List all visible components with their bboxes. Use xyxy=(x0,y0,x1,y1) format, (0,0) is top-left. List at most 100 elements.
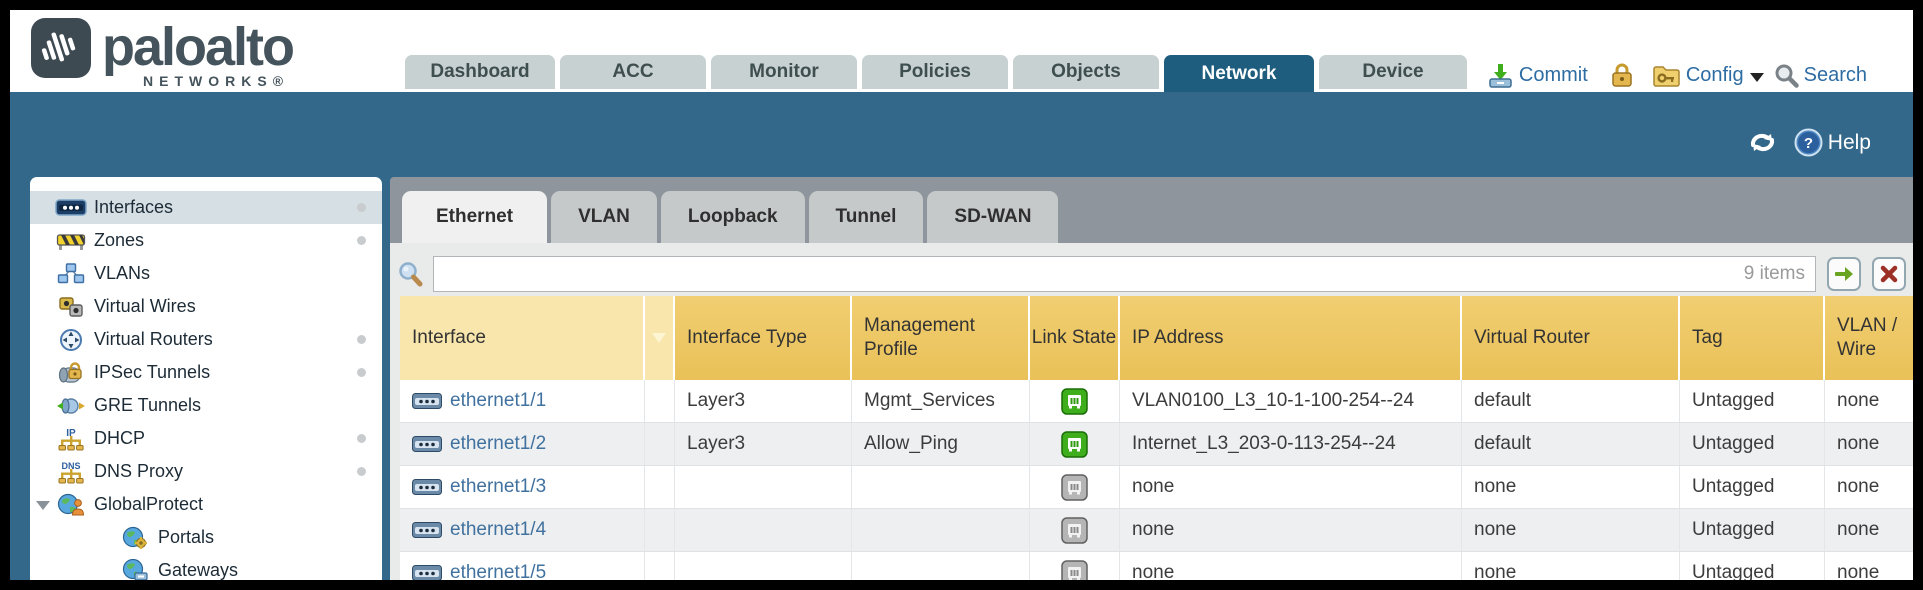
col-virtual-router[interactable]: Virtual Router xyxy=(1462,296,1680,380)
ip-cell: none xyxy=(1120,509,1462,551)
sidebar-item-dns-proxy[interactable]: DNS DNS Proxy xyxy=(30,455,382,488)
col-interface[interactable]: Interface xyxy=(400,296,645,380)
sidebar-item-dhcp[interactable]: IP DHCP xyxy=(30,422,382,455)
item-dot xyxy=(357,335,366,344)
mgmt-profile-cell xyxy=(852,509,1030,551)
lock-icon[interactable] xyxy=(1610,62,1634,89)
paloalto-logo: paloalto NETWORKS® xyxy=(30,17,293,89)
tab-tunnel[interactable]: Tunnel xyxy=(809,191,924,243)
tab-device[interactable]: Device xyxy=(1319,55,1467,89)
brand-subtitle: NETWORKS® xyxy=(143,73,289,89)
expand-arrow-icon[interactable] xyxy=(36,501,50,510)
tab-sdwan[interactable]: SD-WAN xyxy=(927,191,1058,243)
items-count: 9 items xyxy=(1744,263,1805,285)
ip-cell: VLAN0100_L3_10-1-100-254--24 xyxy=(1120,380,1462,422)
interface-cell: ethernet1/4 xyxy=(400,509,645,551)
type-cell xyxy=(675,552,852,580)
col-ip-address[interactable]: IP Address xyxy=(1120,296,1462,380)
interface-link[interactable]: ethernet1/2 xyxy=(450,433,546,455)
virtual-router-cell: default xyxy=(1462,423,1680,465)
filter-row: 9 items xyxy=(398,256,1906,292)
link-down-icon xyxy=(1061,560,1088,581)
ethernet-interface-icon xyxy=(412,393,442,409)
type-cell: Layer3 xyxy=(675,423,852,465)
col-tag[interactable]: Tag xyxy=(1680,296,1825,380)
search-button[interactable]: Search xyxy=(1804,64,1867,87)
tab-acc[interactable]: ACC xyxy=(560,55,706,89)
sidebar-item-vlans[interactable]: VLANs xyxy=(30,257,382,290)
sidebar-item-label: Portals xyxy=(158,527,214,548)
brand-name: paloalto xyxy=(102,17,293,77)
ethernet-interface-icon xyxy=(412,565,442,580)
sidebar-item-label: GlobalProtect xyxy=(94,494,203,515)
item-dot xyxy=(357,434,366,443)
sidebar-item-label: Virtual Wires xyxy=(94,296,196,317)
interface-cell: ethernet1/3 xyxy=(400,466,645,508)
help-link[interactable]: Help xyxy=(1828,131,1871,155)
svg-text:?: ? xyxy=(1804,135,1813,152)
interface-link[interactable]: ethernet1/3 xyxy=(450,476,546,498)
interface-link[interactable]: ethernet1/4 xyxy=(450,519,546,541)
help-icon[interactable]: ? xyxy=(1794,128,1823,157)
sidebar-item-gateways[interactable]: Gateways xyxy=(30,554,382,580)
tab-objects[interactable]: Objects xyxy=(1013,55,1159,89)
top-header: paloalto NETWORKS® Dashboard ACC Monitor… xyxy=(10,10,1913,92)
col-management-profile[interactable]: Management Profile xyxy=(852,296,1030,380)
virtual-router-cell: none xyxy=(1462,509,1680,551)
tab-monitor[interactable]: Monitor xyxy=(711,55,857,89)
gre-tunnels-icon xyxy=(54,396,88,416)
tag-cell: Untagged xyxy=(1680,423,1825,465)
gateways-icon xyxy=(118,559,152,581)
link-state-cell xyxy=(1030,380,1120,422)
clear-filter-button[interactable] xyxy=(1872,257,1906,291)
sidebar-item-interfaces[interactable]: Interfaces xyxy=(30,191,382,224)
col-link-state[interactable]: Link State xyxy=(1030,296,1120,380)
config-icon[interactable] xyxy=(1652,63,1681,88)
main-nav: Dashboard ACC Monitor Policies Objects N… xyxy=(405,55,1472,92)
tag-cell: Untagged xyxy=(1680,380,1825,422)
ethernet-interface-icon xyxy=(412,479,442,495)
filter-input[interactable]: 9 items xyxy=(433,256,1816,292)
tab-policies[interactable]: Policies xyxy=(862,55,1008,89)
sidebar-item-zones[interactable]: Zones xyxy=(30,224,382,257)
link-state-cell xyxy=(1030,423,1120,465)
interface-link[interactable]: ethernet1/5 xyxy=(450,562,546,580)
sidebar-item-ipsec-tunnels[interactable]: IPSec Tunnels xyxy=(30,356,382,389)
item-dot xyxy=(357,203,366,212)
sidebar-item-label: VLANs xyxy=(94,263,150,284)
apply-filter-button[interactable] xyxy=(1827,257,1861,291)
tab-loopback[interactable]: Loopback xyxy=(661,191,805,243)
config-menu[interactable]: Config xyxy=(1686,64,1744,87)
table-header: Interface Interface Type Management Prof… xyxy=(400,296,1913,380)
commit-button[interactable]: Commit xyxy=(1519,64,1588,87)
network-sidebar: Interfaces Zones xyxy=(30,177,382,580)
config-caret-icon[interactable] xyxy=(1750,73,1764,82)
vlans-icon xyxy=(54,263,88,285)
dhcp-icon: IP xyxy=(54,427,88,451)
interface-link[interactable]: ethernet1/1 xyxy=(450,390,546,412)
sidebar-item-virtual-wires[interactable]: Virtual Wires xyxy=(30,290,382,323)
sidebar-item-virtual-routers[interactable]: Virtual Routers xyxy=(30,323,382,356)
vlan-cell: none xyxy=(1825,509,1913,551)
tab-ethernet[interactable]: Ethernet xyxy=(402,191,547,243)
sidebar-item-globalprotect[interactable]: GlobalProtect xyxy=(30,488,382,521)
sidebar-item-portals[interactable]: Portals xyxy=(30,521,382,554)
col-interface-type[interactable]: Interface Type xyxy=(675,296,852,380)
paloalto-logo-icon xyxy=(30,17,92,79)
tab-network[interactable]: Network xyxy=(1164,55,1314,92)
mgmt-profile-cell: Allow_Ping xyxy=(852,423,1030,465)
commit-icon[interactable] xyxy=(1487,62,1514,89)
link-state-cell xyxy=(1030,509,1120,551)
search-icon[interactable] xyxy=(1774,63,1799,88)
col-vlan-wire[interactable]: VLAN / Wire xyxy=(1825,296,1913,380)
tag-cell: Untagged xyxy=(1680,552,1825,580)
tab-dashboard[interactable]: Dashboard xyxy=(405,55,555,89)
tag-cell: Untagged xyxy=(1680,466,1825,508)
sidebar-item-label: Zones xyxy=(94,230,144,251)
col-sort-menu[interactable] xyxy=(645,296,675,380)
tab-vlan[interactable]: VLAN xyxy=(551,191,657,243)
sidebar-item-gre-tunnels[interactable]: GRE Tunnels xyxy=(30,389,382,422)
ethernet-panel: 9 items Interface xyxy=(390,243,1913,580)
virtual-routers-icon xyxy=(54,328,88,352)
refresh-icon[interactable] xyxy=(1747,129,1778,156)
